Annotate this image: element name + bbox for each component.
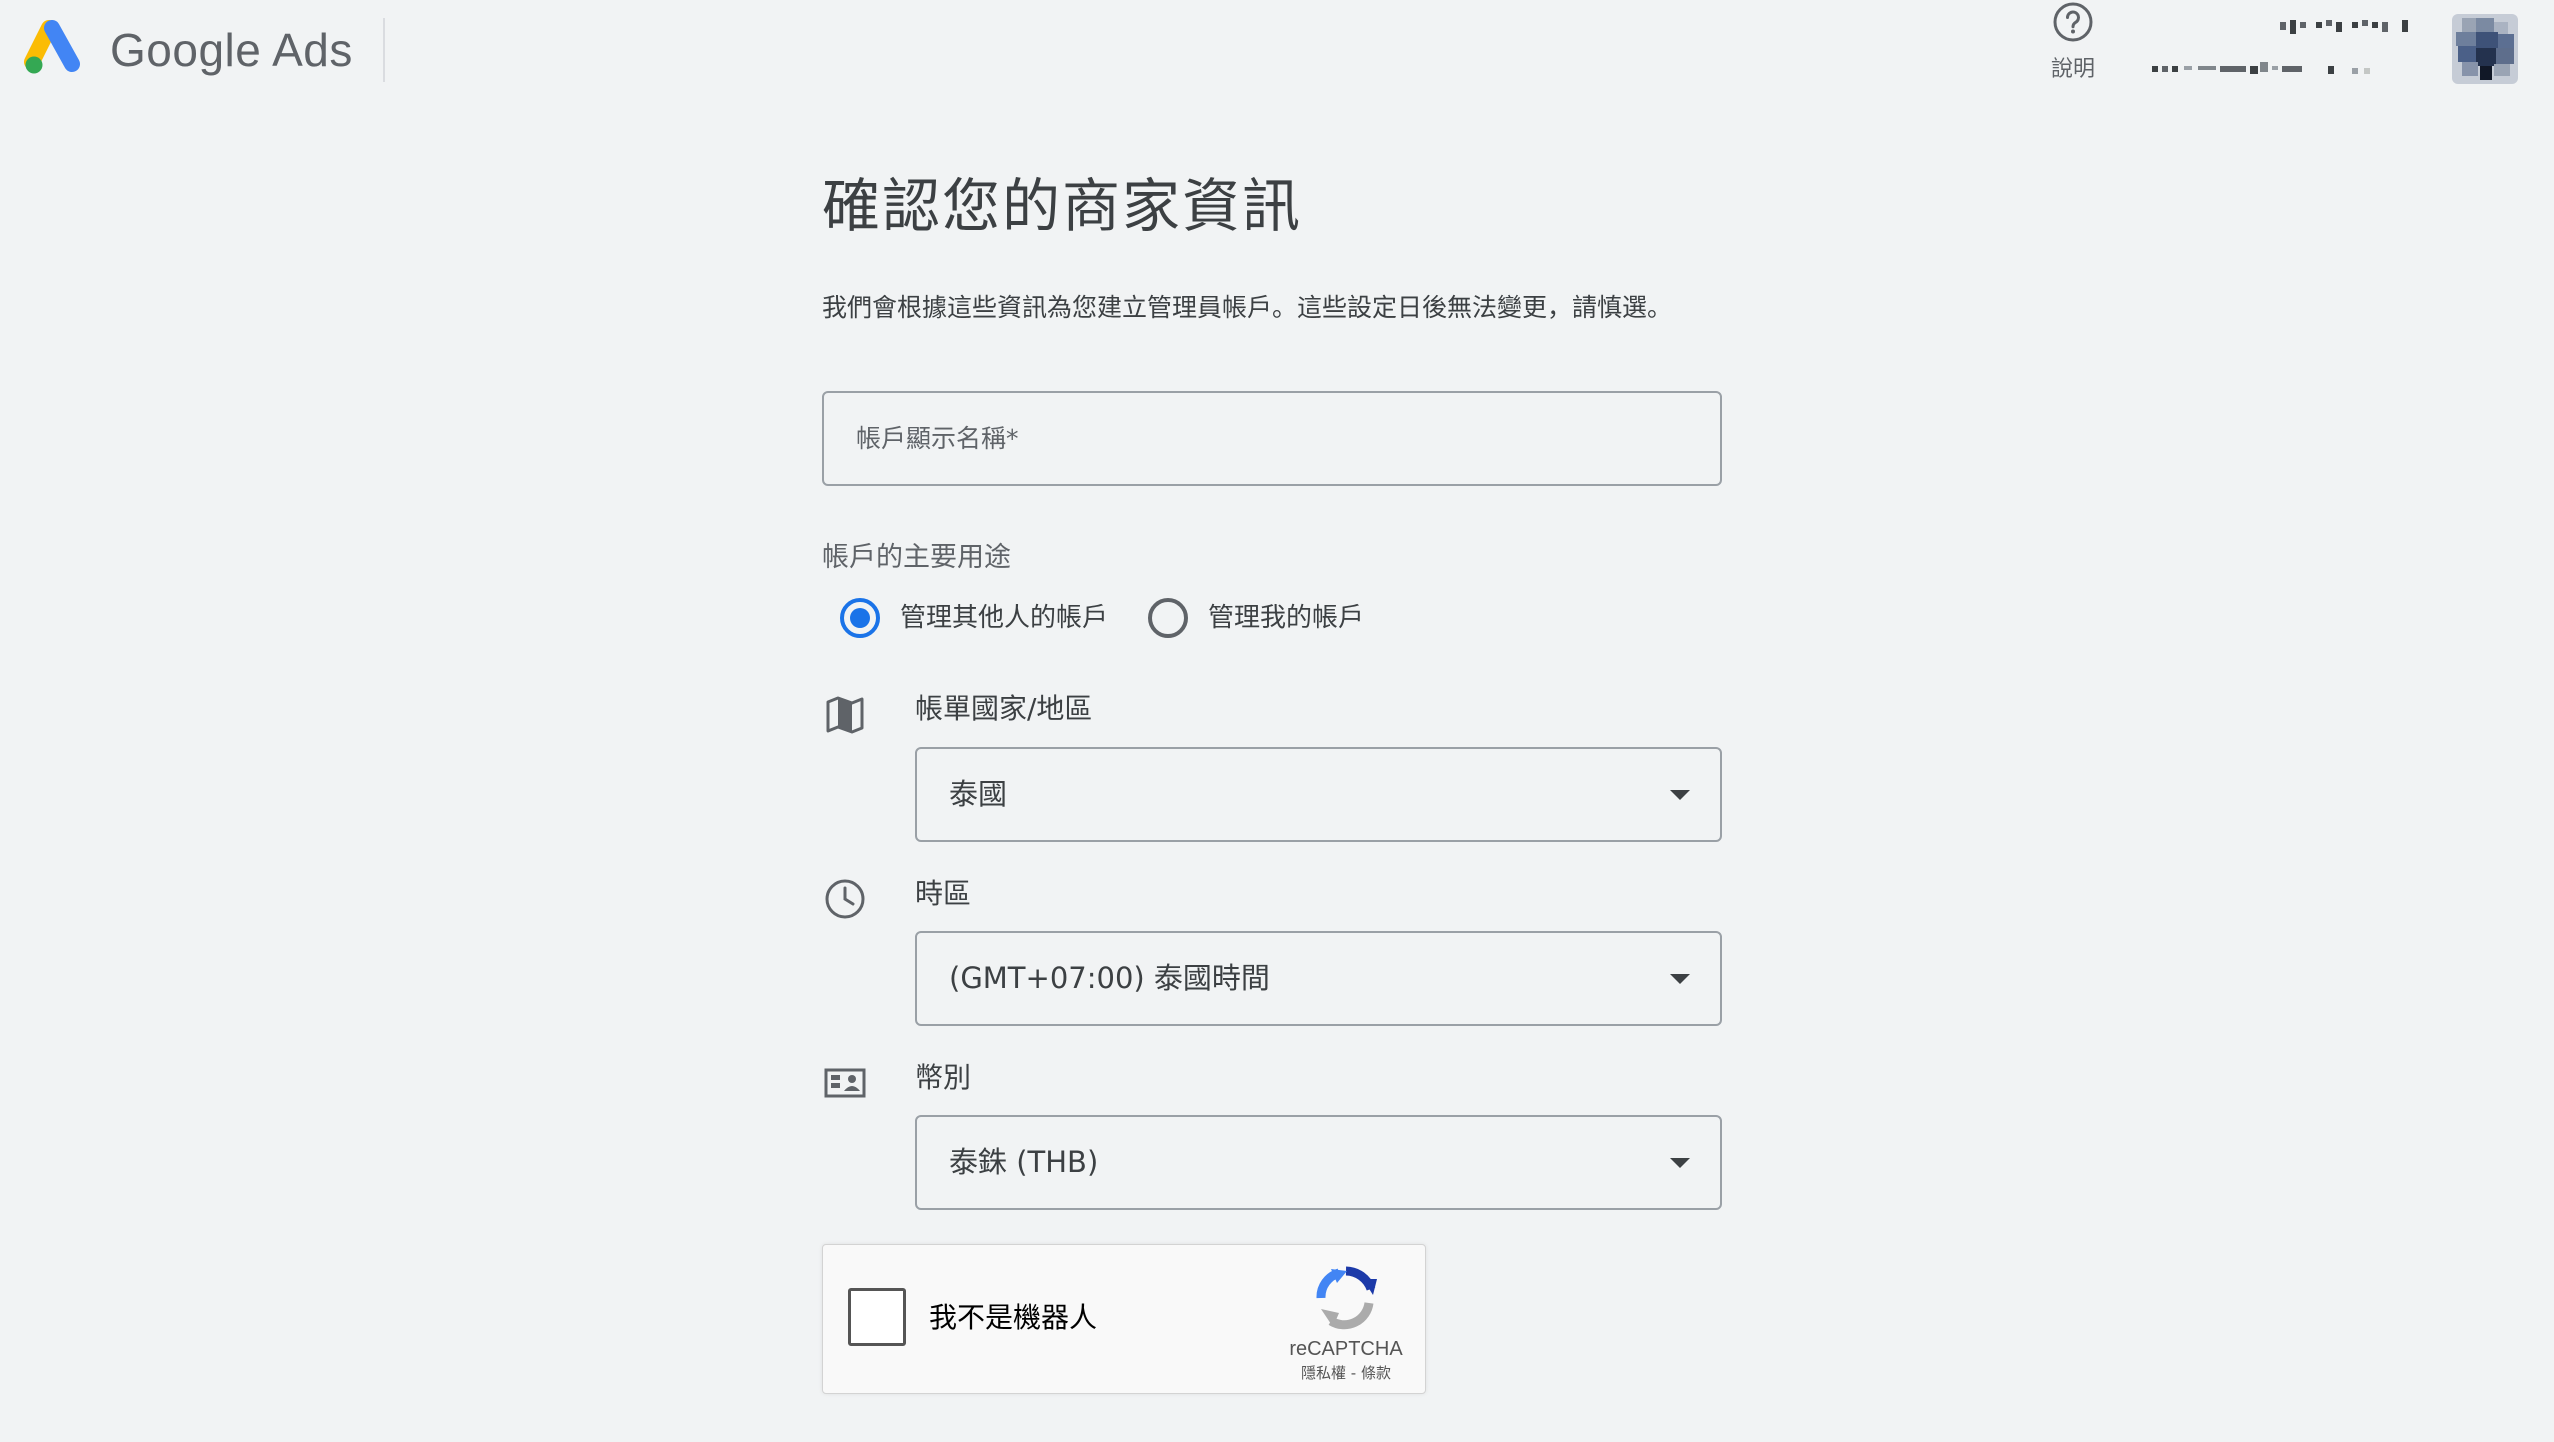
recaptcha-terms-link[interactable]: 條款 [1361, 1364, 1391, 1382]
dropdown-arrow-icon [1670, 1158, 1690, 1168]
page: Google Ads 說明 確認您的商家資訊 我們會根據這些資訊為您建立管理員帳… [0, 0, 2554, 1442]
recaptcha-link-separator: - [1350, 1364, 1357, 1382]
clock-icon [825, 879, 865, 919]
recaptcha-brand: reCAPTCHA [1289, 1338, 1403, 1360]
time-zone-select[interactable]: (GMT+07:00) 泰國時間 [915, 931, 1722, 1026]
purpose-radio-group: 管理其他人的帳戶 管理我的帳戶 [840, 595, 1404, 641]
currency-select[interactable]: 泰銖 (THB) [915, 1115, 1722, 1210]
recaptcha-label: 我不是機器人 [929, 1301, 1098, 1334]
dropdown-arrow-icon [1670, 790, 1690, 800]
top-bar: Google Ads 說明 [0, 0, 2554, 100]
billing-country-label: 帳單國家/地區 [915, 692, 1093, 725]
page-description: 我們會根據這些資訊為您建立管理員帳戶。這些設定日後無法變更，請慎選。 [822, 293, 1673, 322]
recaptcha-privacy-link[interactable]: 隱私權 [1301, 1364, 1346, 1382]
currency-icon [824, 1068, 866, 1098]
purpose-label: 帳戶的主要用途 [822, 542, 1011, 573]
dropdown-arrow-icon [1670, 974, 1690, 984]
recaptcha-widget: 我不是機器人 reCAPTCHA 隱私權 - 條款 [822, 1244, 1426, 1394]
google-ads-logo-icon[interactable] [24, 20, 88, 78]
account-name-redacted [2280, 20, 2408, 34]
map-icon [826, 696, 864, 734]
recaptcha-links: 隱私權 - 條款 [1271, 1363, 1421, 1383]
product-name[interactable]: Google Ads [110, 20, 353, 80]
help-label: 說明 [2050, 57, 2095, 82]
radio-manage-mine[interactable]: 管理我的帳戶 [1148, 598, 1364, 638]
time-zone-value: (GMT+07:00) 泰國時間 [949, 961, 1270, 995]
time-zone-label: 時區 [915, 877, 972, 910]
radio-manage-others[interactable]: 管理其他人的帳戶 [840, 598, 1108, 638]
radio-label: 管理我的帳戶 [1208, 603, 1365, 633]
currency-value: 泰銖 (THB) [949, 1145, 1099, 1179]
help-button[interactable]: 說明 [2030, 0, 2116, 90]
page-title: 確認您的商家資訊 [822, 172, 1303, 240]
account-email-redacted [2152, 62, 2370, 74]
recaptcha-checkbox[interactable] [848, 1288, 906, 1346]
currency-label: 幣別 [915, 1061, 972, 1094]
radio-button-unselected[interactable] [1148, 598, 1189, 638]
recaptcha-logo-icon [1316, 1266, 1377, 1330]
radio-button-selected[interactable] [840, 598, 880, 638]
header-divider [383, 18, 385, 82]
help-icon [2053, 2, 2093, 42]
billing-country-value: 泰國 [949, 777, 1008, 811]
account-name-input[interactable] [822, 391, 1722, 486]
billing-country-select[interactable]: 泰國 [915, 747, 1722, 842]
avatar[interactable] [2452, 14, 2518, 84]
radio-label: 管理其他人的帳戶 [900, 603, 1109, 633]
